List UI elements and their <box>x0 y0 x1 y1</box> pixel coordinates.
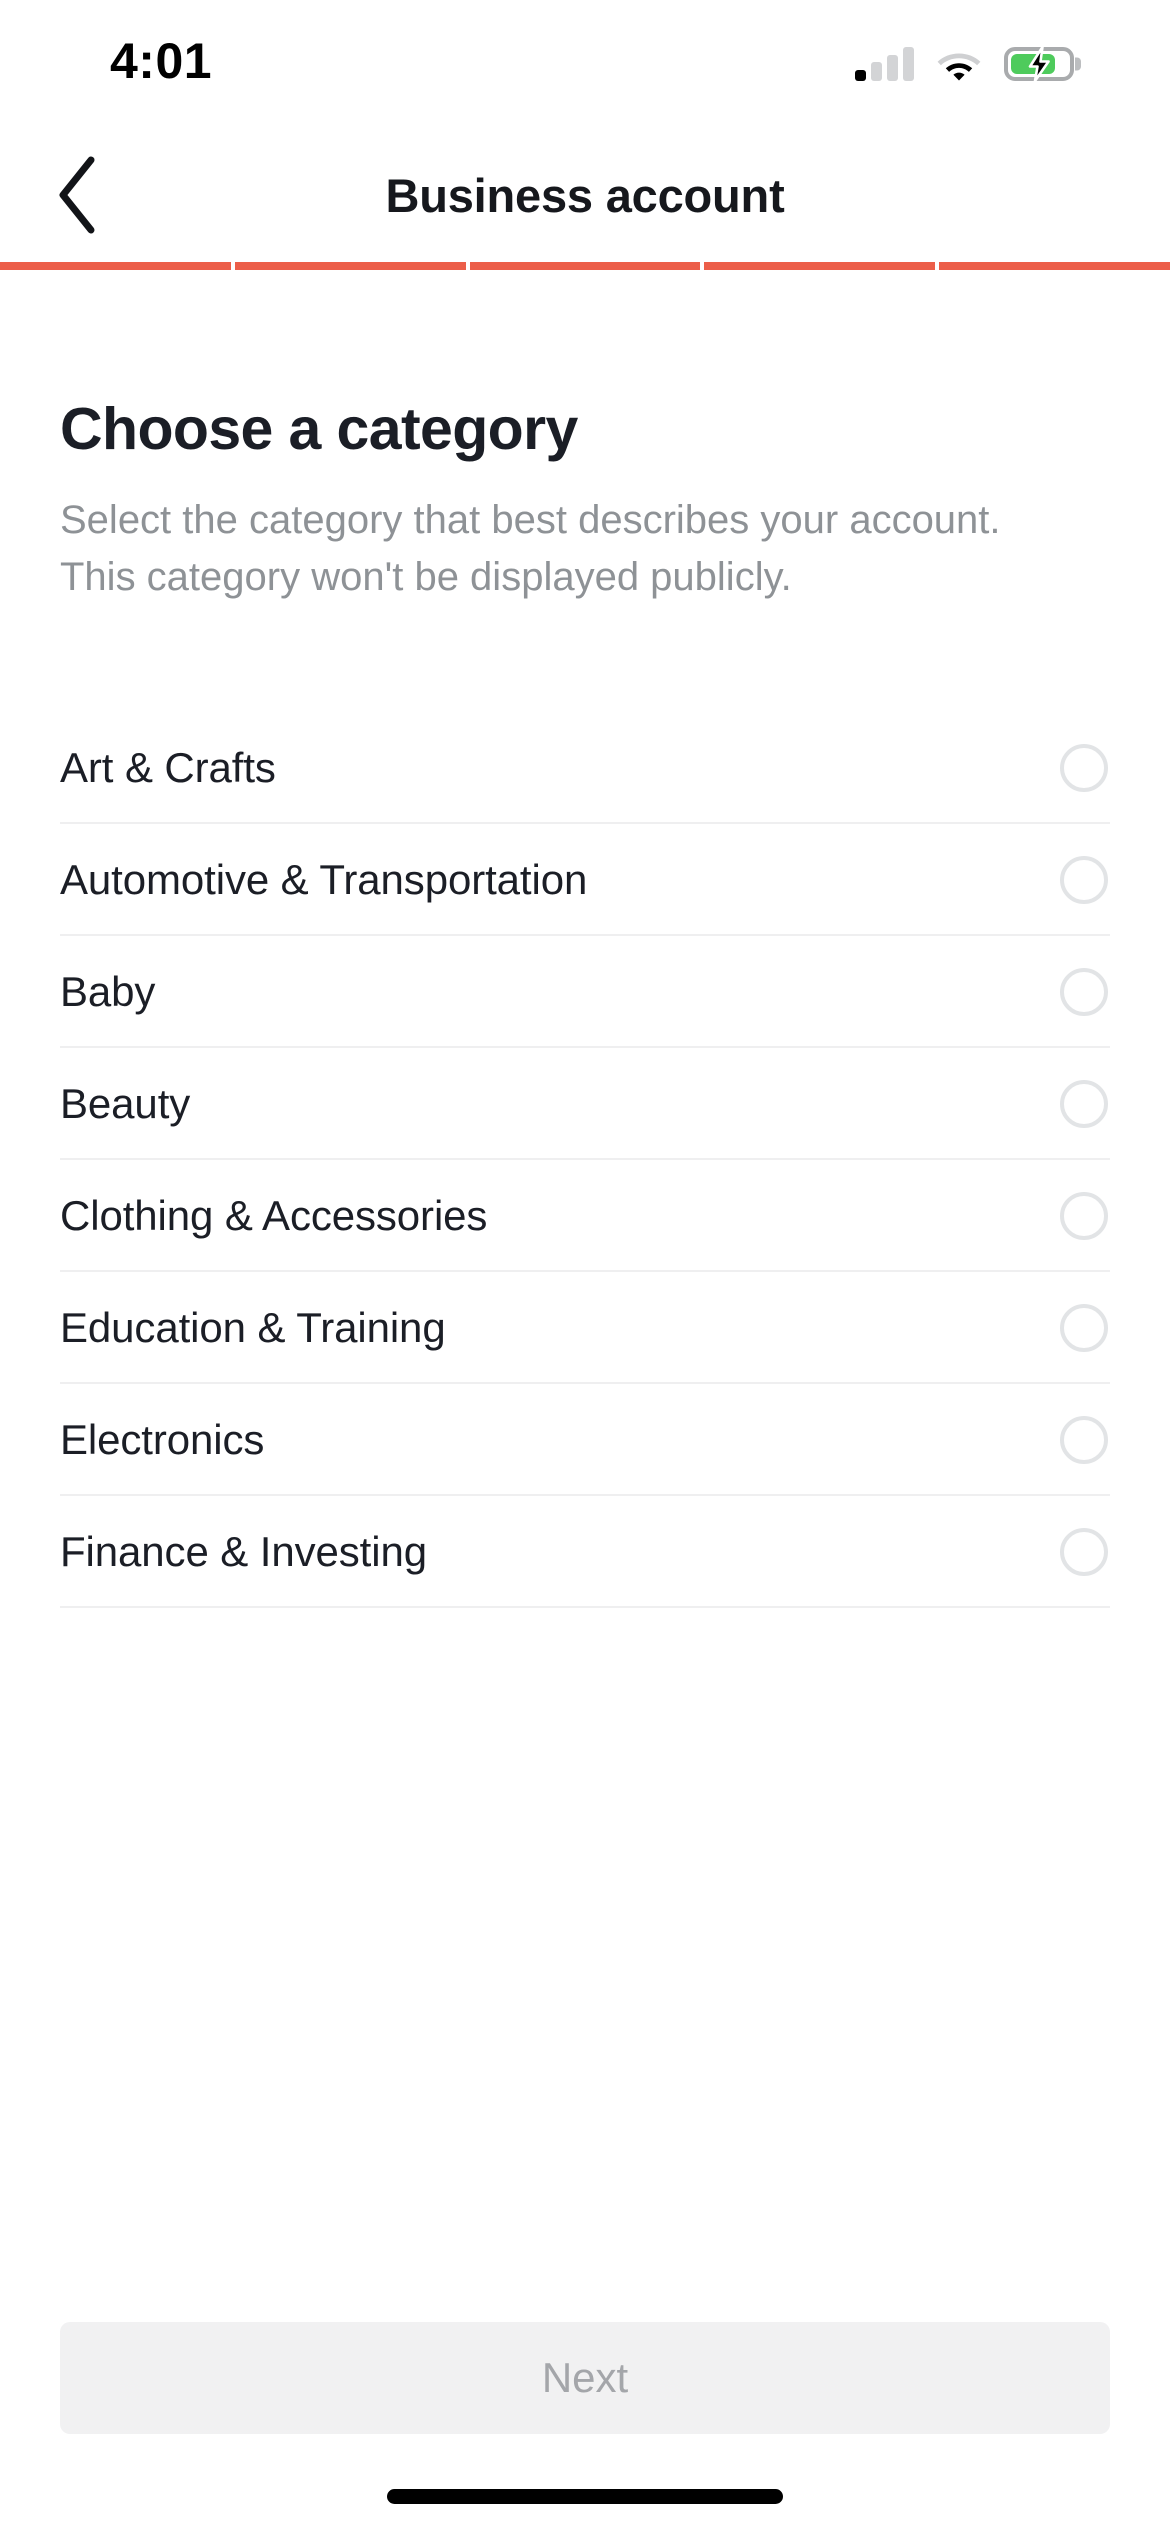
category-row[interactable]: Beauty <box>60 1048 1110 1160</box>
charging-bolt-icon <box>1028 45 1050 83</box>
app-screen: 4:01 Business account Choose a category … <box>0 0 1170 2532</box>
category-row[interactable]: Education & Training <box>60 1272 1110 1384</box>
category-list: Art & Crafts Automotive & Transportation B… <box>60 712 1110 1608</box>
category-label: Education & Training <box>60 1303 446 1351</box>
status-bar-time: 4:01 <box>110 33 213 89</box>
footer-actions: Next <box>0 2322 1170 2460</box>
back-button[interactable] <box>22 140 132 250</box>
category-radio-button[interactable] <box>1060 1415 1108 1464</box>
category-row[interactable]: Clothing & Accessories <box>60 1160 1110 1272</box>
battery-charging-icon <box>1004 45 1074 83</box>
status-bar: 4:01 <box>0 0 1170 128</box>
category-radio-button[interactable] <box>1060 1191 1108 1240</box>
home-indicator[interactable] <box>387 2488 783 2504</box>
progress-segment-4 <box>704 262 936 270</box>
category-radio-button[interactable] <box>1060 743 1108 792</box>
chevron-left-icon <box>59 156 95 234</box>
category-label: Finance & Investing <box>60 1527 427 1575</box>
status-bar-indicators <box>855 45 1074 83</box>
category-radio-button[interactable] <box>1060 967 1108 1016</box>
category-row[interactable]: Electronics <box>60 1384 1110 1496</box>
category-label: Baby <box>60 967 156 1015</box>
category-label: Art & Crafts <box>60 743 276 791</box>
category-radio-button[interactable] <box>1060 1527 1108 1576</box>
category-label: Clothing & Accessories <box>60 1191 488 1239</box>
cellular-signal-icon <box>855 47 914 81</box>
category-row[interactable]: Finance & Investing <box>60 1496 1110 1608</box>
page-title: Business account <box>385 168 785 222</box>
progress-segment-2 <box>234 262 466 270</box>
category-radio-button[interactable] <box>1060 1079 1108 1128</box>
category-label: Electronics <box>60 1415 265 1463</box>
navigation-bar: Business account <box>0 128 1170 262</box>
list-divider <box>60 1605 1110 1608</box>
category-radio-button[interactable] <box>1060 1303 1108 1352</box>
progress-segment-1 <box>0 262 231 270</box>
section-heading: Choose a category <box>60 396 578 462</box>
category-row[interactable]: Baby <box>60 936 1110 1048</box>
category-label: Automotive & Transportation <box>60 855 588 903</box>
category-label: Beauty <box>60 1079 191 1127</box>
category-row[interactable]: Automotive & Transportation <box>60 824 1110 936</box>
progress-segment-5 <box>939 262 1170 270</box>
home-indicator-area <box>0 2460 1170 2532</box>
progress-segment-3 <box>469 262 701 270</box>
category-radio-button[interactable] <box>1060 855 1108 904</box>
step-progress-bar <box>0 262 1170 270</box>
main-content: Choose a category Select the category th… <box>0 270 1170 2322</box>
next-button[interactable]: Next <box>60 2322 1110 2434</box>
section-description: Select the category that best describes … <box>60 498 1001 599</box>
wifi-icon <box>936 47 982 81</box>
category-row[interactable]: Art & Crafts <box>60 712 1110 824</box>
